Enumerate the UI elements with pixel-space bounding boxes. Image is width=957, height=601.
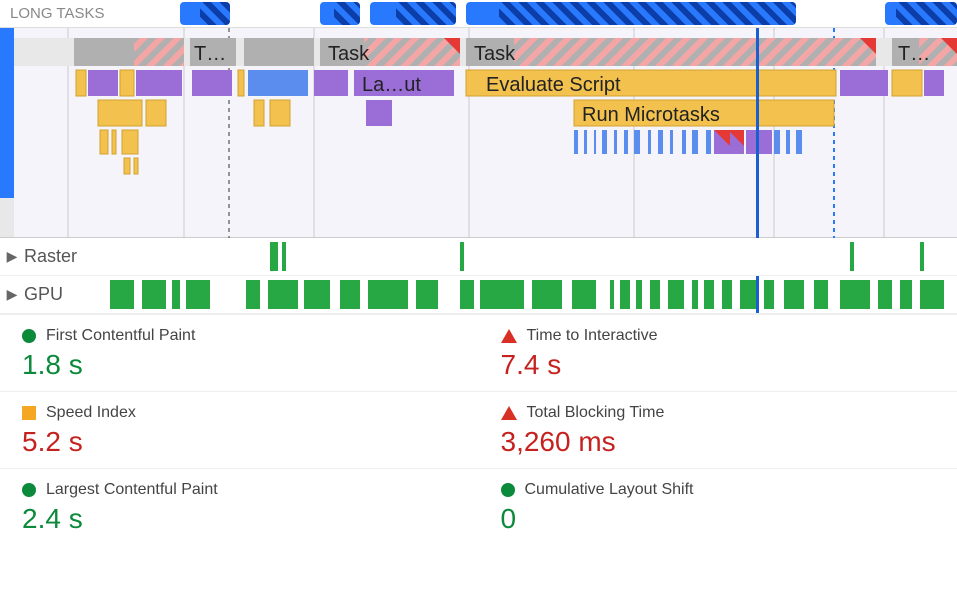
metrics-grid: First Contentful Paint 1.8 s Time to Int…	[0, 314, 957, 545]
disclosure-icon[interactable]: ▶	[0, 248, 24, 265]
metric-value: 2.4 s	[22, 503, 461, 535]
layout-label: La…ut	[362, 74, 421, 96]
flame-row-2: La…ut Evaluate Script	[76, 70, 944, 96]
eval-script-label: Evaluate Script	[486, 74, 621, 96]
gpu-label: GPU	[24, 284, 94, 305]
metric-tti[interactable]: Time to Interactive 7.4 s	[479, 314, 957, 391]
pass-icon	[22, 483, 36, 497]
run-microtasks-label: Run Microtasks	[582, 104, 720, 126]
fail-icon	[501, 329, 517, 343]
long-tasks-label: LONG TASKS	[0, 5, 180, 22]
metric-value: 3,260 ms	[501, 426, 940, 458]
metric-tbt[interactable]: Total Blocking Time 3,260 ms	[479, 391, 957, 468]
task-label-2: Task	[328, 43, 370, 65]
metric-value: 5.2 s	[22, 426, 461, 458]
disclosure-icon[interactable]: ▶	[0, 286, 24, 303]
long-tasks-bars[interactable]	[180, 2, 957, 25]
track-channels: ▶ Raster ▶ GPU	[0, 238, 957, 314]
flame-chart[interactable]: T… Task Task T… La…ut Evaluate Script Ru…	[0, 28, 957, 238]
metric-name: First Contentful Paint	[46, 327, 195, 345]
task-label-4: T…	[898, 43, 930, 65]
metric-cls[interactable]: Cumulative Layout Shift 0	[479, 468, 957, 545]
raster-track[interactable]: ▶ Raster	[0, 238, 957, 276]
metric-name: Cumulative Layout Shift	[525, 481, 694, 499]
task-label-1: T…	[194, 43, 226, 65]
raster-label: Raster	[24, 246, 94, 267]
metric-name: Speed Index	[46, 404, 136, 422]
metric-name: Largest Contentful Paint	[46, 481, 218, 499]
pass-icon	[501, 483, 515, 497]
fail-icon	[501, 406, 517, 420]
metric-value: 1.8 s	[22, 349, 461, 381]
pass-icon	[22, 329, 36, 343]
flame-row-4	[100, 130, 802, 154]
metric-lcp[interactable]: Largest Contentful Paint 2.4 s	[0, 468, 479, 545]
metric-name: Time to Interactive	[527, 327, 658, 345]
long-tasks-row: LONG TASKS	[0, 0, 957, 28]
gpu-track[interactable]: ▶ GPU	[0, 276, 957, 314]
metric-si[interactable]: Speed Index 5.2 s	[0, 391, 479, 468]
metric-fcp[interactable]: First Contentful Paint 1.8 s	[0, 314, 479, 391]
task-label-3: Task	[474, 43, 516, 65]
metric-value: 0	[501, 503, 940, 535]
warn-icon	[22, 406, 36, 420]
metric-value: 7.4 s	[501, 349, 940, 381]
metric-name: Total Blocking Time	[527, 404, 665, 422]
